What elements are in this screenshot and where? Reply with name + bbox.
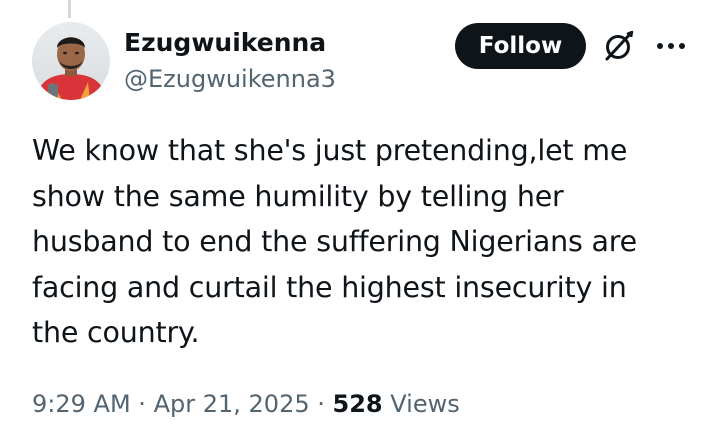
follow-button[interactable]: Follow [455, 23, 586, 69]
tweet-time: 9:29 AM [32, 390, 131, 418]
views-count: 528 [332, 390, 383, 418]
avatar-image [32, 22, 110, 100]
tweet-timestamp-link[interactable]: 9:29 AM · Apr 21, 2025 [32, 390, 310, 418]
tweet-text-line: the country. [32, 316, 200, 349]
tweet-text-line: We know that she's just pretending,let m… [32, 134, 628, 167]
thread-connector-line [68, 0, 71, 18]
tweet-text-line: facing and curtail the highest insecurit… [32, 270, 627, 304]
tweet-text: We know that she's just pretending,let m… [32, 128, 702, 356]
tweet-text-line: show the same humility by telling her [32, 179, 564, 213]
tweet-text-line: husband to end the suffering Nigerians a… [32, 225, 637, 258]
views-label: Views [390, 390, 460, 418]
more-icon[interactable] [652, 32, 692, 60]
tweet-meta: 9:29 AM · Apr 21, 2025 · 528 Views [32, 388, 460, 420]
meta-separator: · [138, 390, 146, 418]
avatar[interactable] [32, 22, 110, 100]
tweet-date: Apr 21, 2025 [153, 390, 310, 418]
grok-icon[interactable] [601, 28, 637, 64]
meta-separator: · [317, 390, 325, 418]
author-display-name[interactable]: Ezugwuikenna [124, 28, 326, 58]
author-handle[interactable]: @Ezugwuikenna3 [124, 64, 336, 94]
